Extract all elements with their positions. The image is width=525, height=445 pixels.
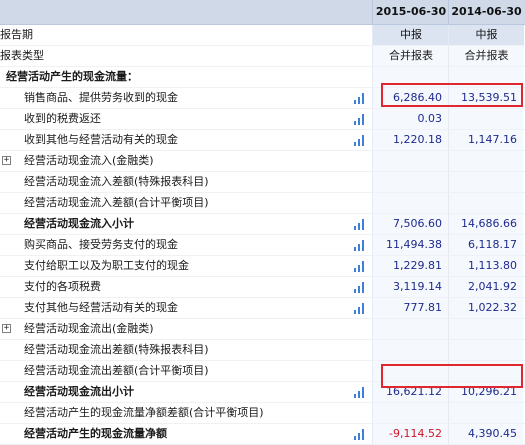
row-label: 经营活动现金流出差额(合计平衡项目) bbox=[24, 364, 209, 377]
value-cell: 1,022.32 bbox=[448, 298, 523, 318]
row-label: 经营活动现金流出(金融类) bbox=[24, 322, 154, 335]
value-cell bbox=[372, 193, 448, 213]
bar-chart-icon[interactable] bbox=[354, 114, 365, 125]
report-type-row: 报表类型 合并报表 合并报表 bbox=[0, 46, 525, 67]
bar-chart-icon[interactable] bbox=[354, 135, 365, 146]
value-cell: 3,119.14 bbox=[372, 277, 448, 297]
value-cell bbox=[372, 403, 448, 423]
value-cell: 0.03 bbox=[372, 109, 448, 129]
row-label: 支付的各项税费 bbox=[24, 280, 101, 293]
row-label: 经营活动现金流入小计 bbox=[24, 217, 134, 230]
table-row: 经营活动产生的现金流量净额差额(合计平衡项目) bbox=[0, 403, 525, 424]
value-cell bbox=[448, 319, 523, 339]
value-cell bbox=[448, 403, 523, 423]
value-cell: 6,118.17 bbox=[448, 235, 523, 255]
highlight-box bbox=[381, 364, 523, 388]
value-cell bbox=[372, 319, 448, 339]
value-cell bbox=[372, 151, 448, 171]
table-header-row: 2015-06-30 2014-06-30 bbox=[0, 0, 525, 25]
value-cell bbox=[448, 193, 523, 213]
table-row: 经营活动现金流入差额(特殊报表科目) bbox=[0, 172, 525, 193]
value-cell: 2,041.92 bbox=[448, 277, 523, 297]
report-type-label: 报表类型 bbox=[0, 49, 44, 62]
row-label: 购买商品、接受劳务支付的现金 bbox=[24, 238, 178, 251]
row-label: 经营活动现金流出差额(特殊报表科目) bbox=[24, 343, 209, 356]
report-type-value: 合并报表 bbox=[448, 46, 524, 66]
value-cell bbox=[372, 340, 448, 360]
value-cell: 14,686.66 bbox=[448, 214, 523, 234]
value-cell: 1,147.16 bbox=[448, 130, 523, 150]
value-cell bbox=[448, 340, 523, 360]
expand-plus-icon[interactable]: + bbox=[2, 156, 11, 165]
value-cell: -9,114.52 bbox=[372, 424, 448, 444]
value-cell bbox=[448, 109, 523, 129]
row-label: 经营活动产生的现金流量净额差额(合计平衡项目) bbox=[24, 406, 264, 419]
row-label: 支付给职工以及为职工支付的现金 bbox=[24, 259, 189, 272]
bar-chart-icon[interactable] bbox=[354, 93, 365, 104]
value-cell bbox=[372, 172, 448, 192]
row-label: 经营活动现金流入差额(特殊报表科目) bbox=[24, 175, 209, 188]
bar-chart-icon[interactable] bbox=[354, 219, 365, 230]
bar-chart-icon[interactable] bbox=[354, 282, 365, 293]
row-label: 经营活动现金流入(金融类) bbox=[24, 154, 154, 167]
row-label: 经营活动现金流入差额(合计平衡项目) bbox=[24, 196, 209, 209]
value-cell: 777.81 bbox=[372, 298, 448, 318]
value-cell bbox=[448, 151, 523, 171]
value-cell: 11,494.38 bbox=[372, 235, 448, 255]
value-cell bbox=[448, 172, 523, 192]
value-cell: 1,229.81 bbox=[372, 256, 448, 276]
row-label: 销售商品、提供劳务收到的现金 bbox=[24, 91, 178, 104]
row-label: 收到的税费返还 bbox=[24, 112, 101, 125]
value-cell: 7,506.60 bbox=[372, 214, 448, 234]
bar-chart-icon[interactable] bbox=[354, 429, 365, 440]
table-row: 支付给职工以及为职工支付的现金 1,229.81 1,113.80 bbox=[0, 256, 525, 277]
report-period-value: 中报 bbox=[372, 25, 449, 45]
bar-chart-icon[interactable] bbox=[354, 240, 365, 251]
subtotal-row: 经营活动现金流入小计 7,506.60 14,686.66 bbox=[0, 214, 525, 235]
table-row: 经营活动现金流出差额(特殊报表科目) bbox=[0, 340, 525, 361]
report-period-value: 中报 bbox=[448, 25, 524, 45]
table-row: 经营活动现金流入差额(合计平衡项目) bbox=[0, 193, 525, 214]
table-row: 收到其他与经营活动有关的现金 1,220.18 1,147.16 bbox=[0, 130, 525, 151]
table-row: 购买商品、接受劳务支付的现金 11,494.38 6,118.17 bbox=[0, 235, 525, 256]
expand-plus-icon[interactable]: + bbox=[2, 324, 11, 333]
row-label: 经营活动产生的现金流量净额 bbox=[24, 427, 167, 440]
bar-chart-icon[interactable] bbox=[354, 261, 365, 272]
value-cell: 4,390.45 bbox=[448, 424, 523, 444]
section-title: 经营活动产生的现金流量： bbox=[6, 70, 138, 83]
table-row: 支付的各项税费 3,119.14 2,041.92 bbox=[0, 277, 525, 298]
table-row: + 经营活动现金流出(金融类) bbox=[0, 319, 525, 340]
report-period-label: 报告期 bbox=[0, 28, 33, 41]
value-cell: 1,113.80 bbox=[448, 256, 523, 276]
total-row: 经营活动产生的现金流量净额 -9,114.52 4,390.45 bbox=[0, 424, 525, 445]
row-label: 收到其他与经营活动有关的现金 bbox=[24, 133, 178, 146]
table-row: 收到的税费返还 0.03 bbox=[0, 109, 525, 130]
highlight-box bbox=[381, 83, 523, 107]
table-row: + 经营活动现金流入(金融类) bbox=[0, 151, 525, 172]
bar-chart-icon[interactable] bbox=[354, 303, 365, 314]
row-label: 支付其他与经营活动有关的现金 bbox=[24, 301, 178, 314]
column-header-2015[interactable]: 2015-06-30 bbox=[372, 0, 449, 24]
value-cell: 1,220.18 bbox=[372, 130, 448, 150]
report-type-value: 合并报表 bbox=[372, 46, 449, 66]
table-row: 支付其他与经营活动有关的现金 777.81 1,022.32 bbox=[0, 298, 525, 319]
column-header-2014[interactable]: 2014-06-30 bbox=[448, 0, 524, 24]
report-period-row: 报告期 中报 中报 bbox=[0, 25, 525, 46]
row-label: 经营活动现金流出小计 bbox=[24, 385, 134, 398]
bar-chart-icon[interactable] bbox=[354, 387, 365, 398]
